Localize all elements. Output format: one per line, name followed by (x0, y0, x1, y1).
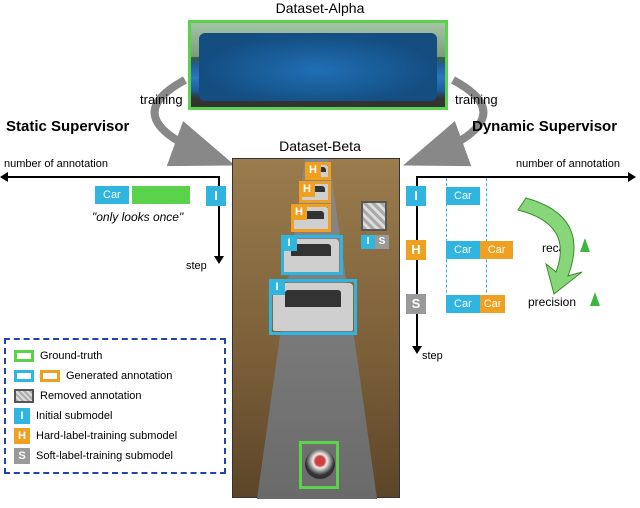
bbox-badge-H: H (305, 162, 321, 178)
bbox-badge-I: I (281, 235, 297, 251)
right-pill: Car (446, 187, 480, 205)
removed-badge-I: I (361, 235, 375, 249)
left-x-axis (8, 176, 220, 178)
legend-text: Generated annotation (66, 370, 172, 382)
bbox-hard: H (305, 162, 331, 180)
legend-row-hard: H Hard-label-training submodel (14, 426, 216, 446)
dataset-alpha-label: Dataset-Alpha (0, 0, 640, 16)
legend-text: Removed annotation (40, 390, 142, 402)
swatch-orange-icon (40, 370, 60, 382)
legend-row-initial: I Initial submodel (14, 406, 216, 426)
bbox-hard: H (299, 181, 331, 203)
left-x-axis-label: number of annotation (4, 158, 108, 170)
right-pill: Car (446, 295, 480, 313)
bbox-removed (361, 201, 387, 231)
legend-row-removed: Removed annotation (14, 386, 216, 406)
static-supervisor-title: Static Supervisor (6, 118, 129, 135)
legend-text: Ground-truth (40, 350, 102, 362)
dataset-beta-image: H H H I I IS (232, 158, 400, 498)
training-label-left: training (140, 92, 183, 107)
left-car-pill: Car (95, 186, 129, 204)
dataset-beta-label: Dataset-Beta (0, 138, 640, 154)
bbox-hard: H (291, 204, 331, 232)
removed-badge-S: S (375, 235, 389, 249)
legend-row-gt: Ground-truth (14, 346, 216, 366)
left-annotation-row: Car (95, 186, 190, 204)
right-row-I: Car (446, 187, 480, 205)
legend-box: Ground-truth Generated annotation Remove… (4, 338, 226, 474)
legend-badge-H-icon: H (14, 428, 30, 444)
left-note: "only looks once" (92, 210, 183, 224)
bbox-ground-truth (299, 441, 339, 489)
legend-row-generated: Generated annotation (14, 366, 216, 386)
legend-badge-I-icon: I (14, 408, 30, 424)
legend-text: Initial submodel (36, 410, 112, 422)
removed-labels: IS (361, 233, 389, 249)
right-step-badge-I: I (406, 186, 426, 206)
right-x-axis-label: number of annotation (516, 158, 620, 170)
bbox-badge-H: H (299, 181, 315, 197)
right-step-badge-H: H (406, 240, 426, 260)
right-y-axis-label: step (422, 350, 443, 362)
left-step-badge-I: I (206, 186, 226, 206)
legend-text: Soft-label-training submodel (36, 450, 173, 462)
dynamic-supervisor-title: Dynamic Supervisor (472, 118, 617, 135)
recall-precision-arrow-icon (496, 196, 606, 299)
right-step-badge-S: S (406, 294, 426, 314)
swatch-cyan-icon (14, 370, 34, 382)
legend-text: Hard-label-training submodel (36, 430, 177, 442)
swatch-hatched-icon (14, 389, 34, 403)
left-y-axis-label: step (186, 260, 207, 272)
bbox-badge-I: I (269, 279, 285, 295)
training-label-right: training (455, 92, 498, 107)
legend-badge-S-icon: S (14, 448, 30, 464)
left-gt-bar (132, 186, 190, 204)
legend-row-soft: S Soft-label-training submodel (14, 446, 216, 466)
bbox-init: I (281, 235, 343, 275)
right-pill: Car (446, 241, 480, 259)
bbox-badge-H: H (291, 204, 307, 220)
right-x-axis (416, 176, 628, 178)
swatch-green-icon (14, 350, 34, 362)
bbox-init: I (269, 279, 357, 335)
